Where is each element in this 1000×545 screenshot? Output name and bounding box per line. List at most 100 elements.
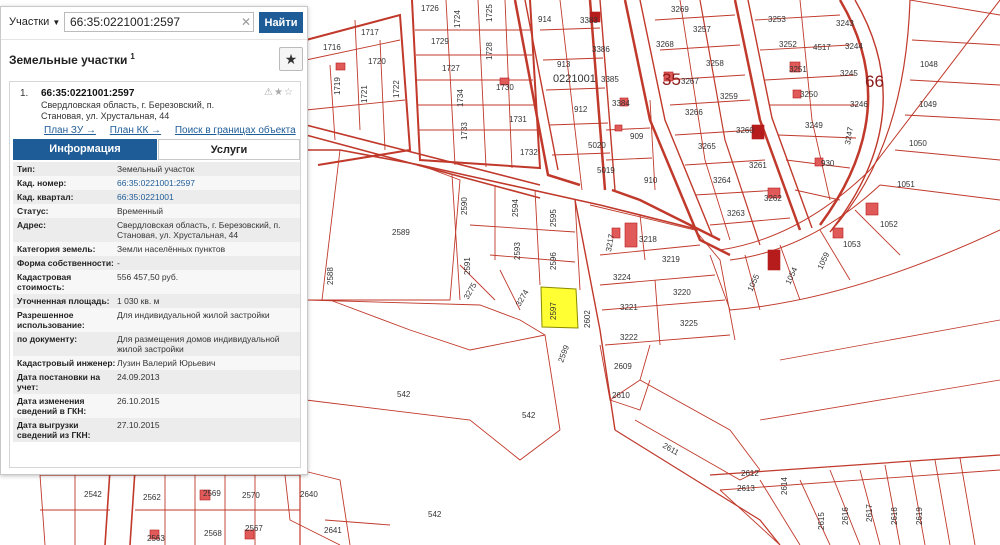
- parcel-label: 2567: [245, 524, 263, 533]
- parcel-label: 1726: [421, 4, 439, 13]
- warning-icon[interactable]: ⚠: [264, 87, 274, 98]
- attribute-row: Уточненная площадь: 1 030 кв. м: [13, 294, 300, 308]
- attribute-row: Дата постановки на учет: 24.09.2013: [13, 370, 300, 394]
- attribute-value: Для индивидуальной жилой застройки: [117, 310, 270, 320]
- parcel-label: 1721: [360, 85, 369, 103]
- parcel-label: 3245: [840, 69, 858, 78]
- attribute-row: Дата выгрузки сведений из ГКН: 27.10.2015: [13, 418, 300, 442]
- parcel-label: 2641: [324, 526, 342, 535]
- parcel-label: 2590: [460, 197, 469, 215]
- parcel-label: 2593: [513, 242, 522, 260]
- parcel-label: 930: [821, 159, 835, 168]
- parcel-label: 3220: [673, 288, 691, 297]
- parcel-label: 2609: [614, 362, 632, 371]
- attribute-value: Земельный участок: [117, 164, 195, 174]
- parcel-label: 3246: [850, 100, 868, 109]
- attribute-value[interactable]: 66:35:0221001: [117, 192, 300, 202]
- parcel-label: 3262: [764, 194, 782, 203]
- selected-parcel-2597: [540, 286, 579, 329]
- attribute-key: Кадастровый инженер:: [17, 358, 116, 368]
- parcel-label: 3219: [662, 255, 680, 264]
- parcel-label: 3264: [713, 176, 731, 185]
- attribute-key: Тип:: [17, 164, 36, 174]
- attribute-key: Кад. номер:: [17, 178, 67, 188]
- parcel-label: 1728: [485, 42, 494, 60]
- attribute-value: 24.09.2013: [117, 372, 160, 382]
- attribute-row: Статус: Временный: [13, 204, 300, 218]
- parcel-label: 2612: [741, 469, 759, 478]
- attribute-row: Адрес: Свердловская область, г. Березовск…: [13, 218, 300, 242]
- object-type-label: Участки: [9, 16, 50, 28]
- result-card: 1. 66:35:0221001:2597 Свердловская облас…: [9, 81, 301, 468]
- attributes-table: Тип: Земельный участок Кад. номер: 66:35:02…: [13, 162, 300, 442]
- search-input[interactable]: [64, 12, 254, 32]
- attribute-key: Статус:: [17, 206, 49, 216]
- parcel-label: 1731: [509, 115, 527, 124]
- parcel-label: 1051: [897, 180, 915, 189]
- attribute-key: по документу:: [17, 334, 78, 344]
- object-type-dropdown[interactable]: Участки ▼: [9, 16, 60, 28]
- parcel-label: 1720: [368, 57, 386, 66]
- parcel-label: 542: [428, 510, 442, 519]
- parcel-label: 2614: [780, 477, 789, 495]
- attribute-value: 1 030 кв. м: [117, 296, 160, 306]
- attribute-value: -: [117, 258, 120, 268]
- parcel-label: 1050: [909, 139, 927, 148]
- quarter-label-0221001: 0221001: [553, 73, 596, 85]
- parcel-label: 3253: [768, 15, 786, 24]
- parcel-label: 3225: [680, 319, 698, 328]
- parcel-label: 4517: [813, 43, 831, 52]
- quarter-label-35: 35: [662, 70, 681, 89]
- parcel-label: 5020: [588, 141, 606, 150]
- search-button[interactable]: Найти: [259, 12, 303, 33]
- favorites-button[interactable]: ★: [279, 47, 303, 71]
- result-cadastral-number[interactable]: 66:35:0221001:2597: [41, 88, 134, 99]
- search-bar: Участки▼ ✕ Найти: [1, 7, 307, 40]
- tab-services[interactable]: Услуги: [158, 139, 300, 160]
- attribute-row: Тип: Земельный участок: [13, 162, 300, 176]
- parcel-label: 2594: [511, 199, 520, 217]
- attribute-key: Дата выгрузки сведений из ГКН:: [17, 420, 91, 440]
- parcel-label: 3259: [720, 92, 738, 101]
- attribute-value: 27.10.2015: [117, 420, 160, 430]
- star-icon[interactable]: ★: [274, 87, 284, 98]
- parcel-label: 3218: [639, 235, 657, 244]
- parcel-label: 1725: [485, 4, 494, 22]
- attribute-value[interactable]: 66:35:0221001:2597: [117, 178, 300, 188]
- plan-zu-link[interactable]: План ЗУ →: [44, 125, 96, 136]
- parcel-label: 1724: [453, 10, 462, 28]
- parcel-label: 3258: [706, 59, 724, 68]
- parcel-label: 2615: [817, 512, 826, 530]
- parcel-label: 1716: [323, 43, 341, 52]
- parcel-label: 2596: [549, 252, 558, 270]
- attribute-value: Лузин Валерий Юрьевич: [117, 358, 216, 368]
- parcel-label: 3266: [685, 108, 703, 117]
- parcel-label: 2570: [242, 491, 260, 500]
- tab-information[interactable]: Информация: [13, 139, 157, 160]
- quarter-label-66: 66: [865, 72, 884, 91]
- parcel-label: 3224: [613, 273, 631, 282]
- parcel-label: 1052: [880, 220, 898, 229]
- parcel-label: 3268: [656, 40, 674, 49]
- attribute-value: 26.10.2015: [117, 396, 160, 406]
- parcel-label: 2588: [326, 267, 335, 285]
- clear-icon[interactable]: ✕: [241, 15, 251, 29]
- parcel-label: 3261: [749, 161, 767, 170]
- parcel-label: 3383: [580, 16, 598, 25]
- parcel-label: 2618: [890, 507, 899, 525]
- parcel-label: 3221: [620, 303, 638, 312]
- parcel-label: 3265: [698, 142, 716, 151]
- results-count: 1: [130, 52, 135, 61]
- plan-kk-link[interactable]: План КК →: [110, 125, 161, 136]
- parcel-label: 3222: [620, 333, 638, 342]
- attribute-key: Форма собственности:: [17, 258, 114, 268]
- parcel-label: 3251: [789, 65, 807, 74]
- parcel-label: 1733: [460, 122, 469, 140]
- parcel-label: 2563: [147, 534, 165, 543]
- results-title: Земельные участки 1: [9, 52, 135, 67]
- star-outline-icon[interactable]: ☆: [284, 87, 294, 98]
- parcel-label: 1729: [431, 37, 449, 46]
- attribute-key: Адрес:: [17, 220, 46, 230]
- parcel-label: 542: [522, 411, 536, 420]
- attribute-row: Кадастровый инженер: Лузин Валерий Юрьеви…: [13, 356, 300, 370]
